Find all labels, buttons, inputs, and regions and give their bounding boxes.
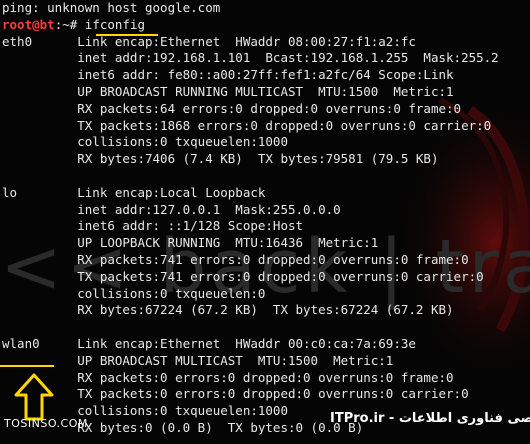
- terminal-line: RX bytes:7406 (7.4 KB) TX bytes:79581 (7…: [2, 151, 439, 167]
- terminal-line: inet addr:192.168.1.101 Bcast:192.168.1.…: [2, 50, 499, 66]
- terminal-line: root@bt:~# ifconfig: [2, 17, 499, 34]
- terminal-line: RX bytes:67224 (67.2 KB) TX bytes:67224 …: [2, 302, 454, 318]
- command-text: ifconfig: [84, 16, 146, 32]
- terminal-line: inet6 addr: ::1/128 Scope:Host: [2, 218, 304, 234]
- terminal-line: collisions:0 txqueuelen:0: [2, 285, 266, 301]
- terminal-line: inet6 addr: fe80::a00:27ff:fef1:a2fc/64 …: [2, 67, 454, 83]
- terminal-line: inet addr:127.0.0.1 Mask:255.0.0.0: [2, 201, 341, 217]
- terminal-output: ping: unknown host google.com root@bt:~# …: [2, 0, 499, 437]
- terminal-line: RX packets:741 errors:0 dropped:0 overru…: [2, 251, 469, 267]
- prompt-path: :~#: [54, 16, 85, 32]
- site-credit-left: TOSINSO.COM: [4, 417, 88, 430]
- prompt-user: root@bt: [2, 16, 55, 32]
- terminal-line: UP BROADCAST RUNNING MULTICAST MTU:1500 …: [2, 83, 454, 99]
- terminal-line: RX packets:64 errors:0 dropped:0 overrun…: [2, 100, 462, 116]
- wlan0-highlight-underline: [0, 365, 54, 367]
- up-arrow-icon: [14, 373, 54, 421]
- ifconfig-highlight-underline: [96, 34, 158, 36]
- terminal-window[interactable]: << back | track ping: unknown host googl…: [0, 0, 530, 444]
- terminal-line: UP BROADCAST MULTICAST MTU:1500 Metric:1: [2, 352, 394, 368]
- site-credit-right: انجمن تخصصی فناوری اطلاعات - ITPro.ir: [330, 411, 530, 426]
- terminal-line: lo Link encap:Local Loopback: [2, 184, 266, 200]
- terminal-line: ping: unknown host google.com: [2, 0, 221, 15]
- terminal-line: RX packets:0 errors:0 dropped:0 overruns…: [2, 369, 454, 385]
- terminal-line: TX packets:1868 errors:0 dropped:0 overr…: [2, 117, 492, 133]
- terminal-line: TX packets:741 errors:0 dropped:0 overru…: [2, 268, 484, 284]
- terminal-line: collisions:0 txqueuelen:1000: [2, 134, 288, 150]
- terminal-line: TX packets:0 errors:0 dropped:0 overruns…: [2, 386, 469, 402]
- terminal-line: eth0 Link encap:Ethernet HWaddr 08:00:27…: [2, 33, 416, 49]
- terminal-line: wlan0 Link encap:Ethernet HWaddr 00:c0:c…: [2, 335, 416, 351]
- terminal-line: UP LOOPBACK RUNNING MTU:16436 Metric:1: [2, 235, 379, 251]
